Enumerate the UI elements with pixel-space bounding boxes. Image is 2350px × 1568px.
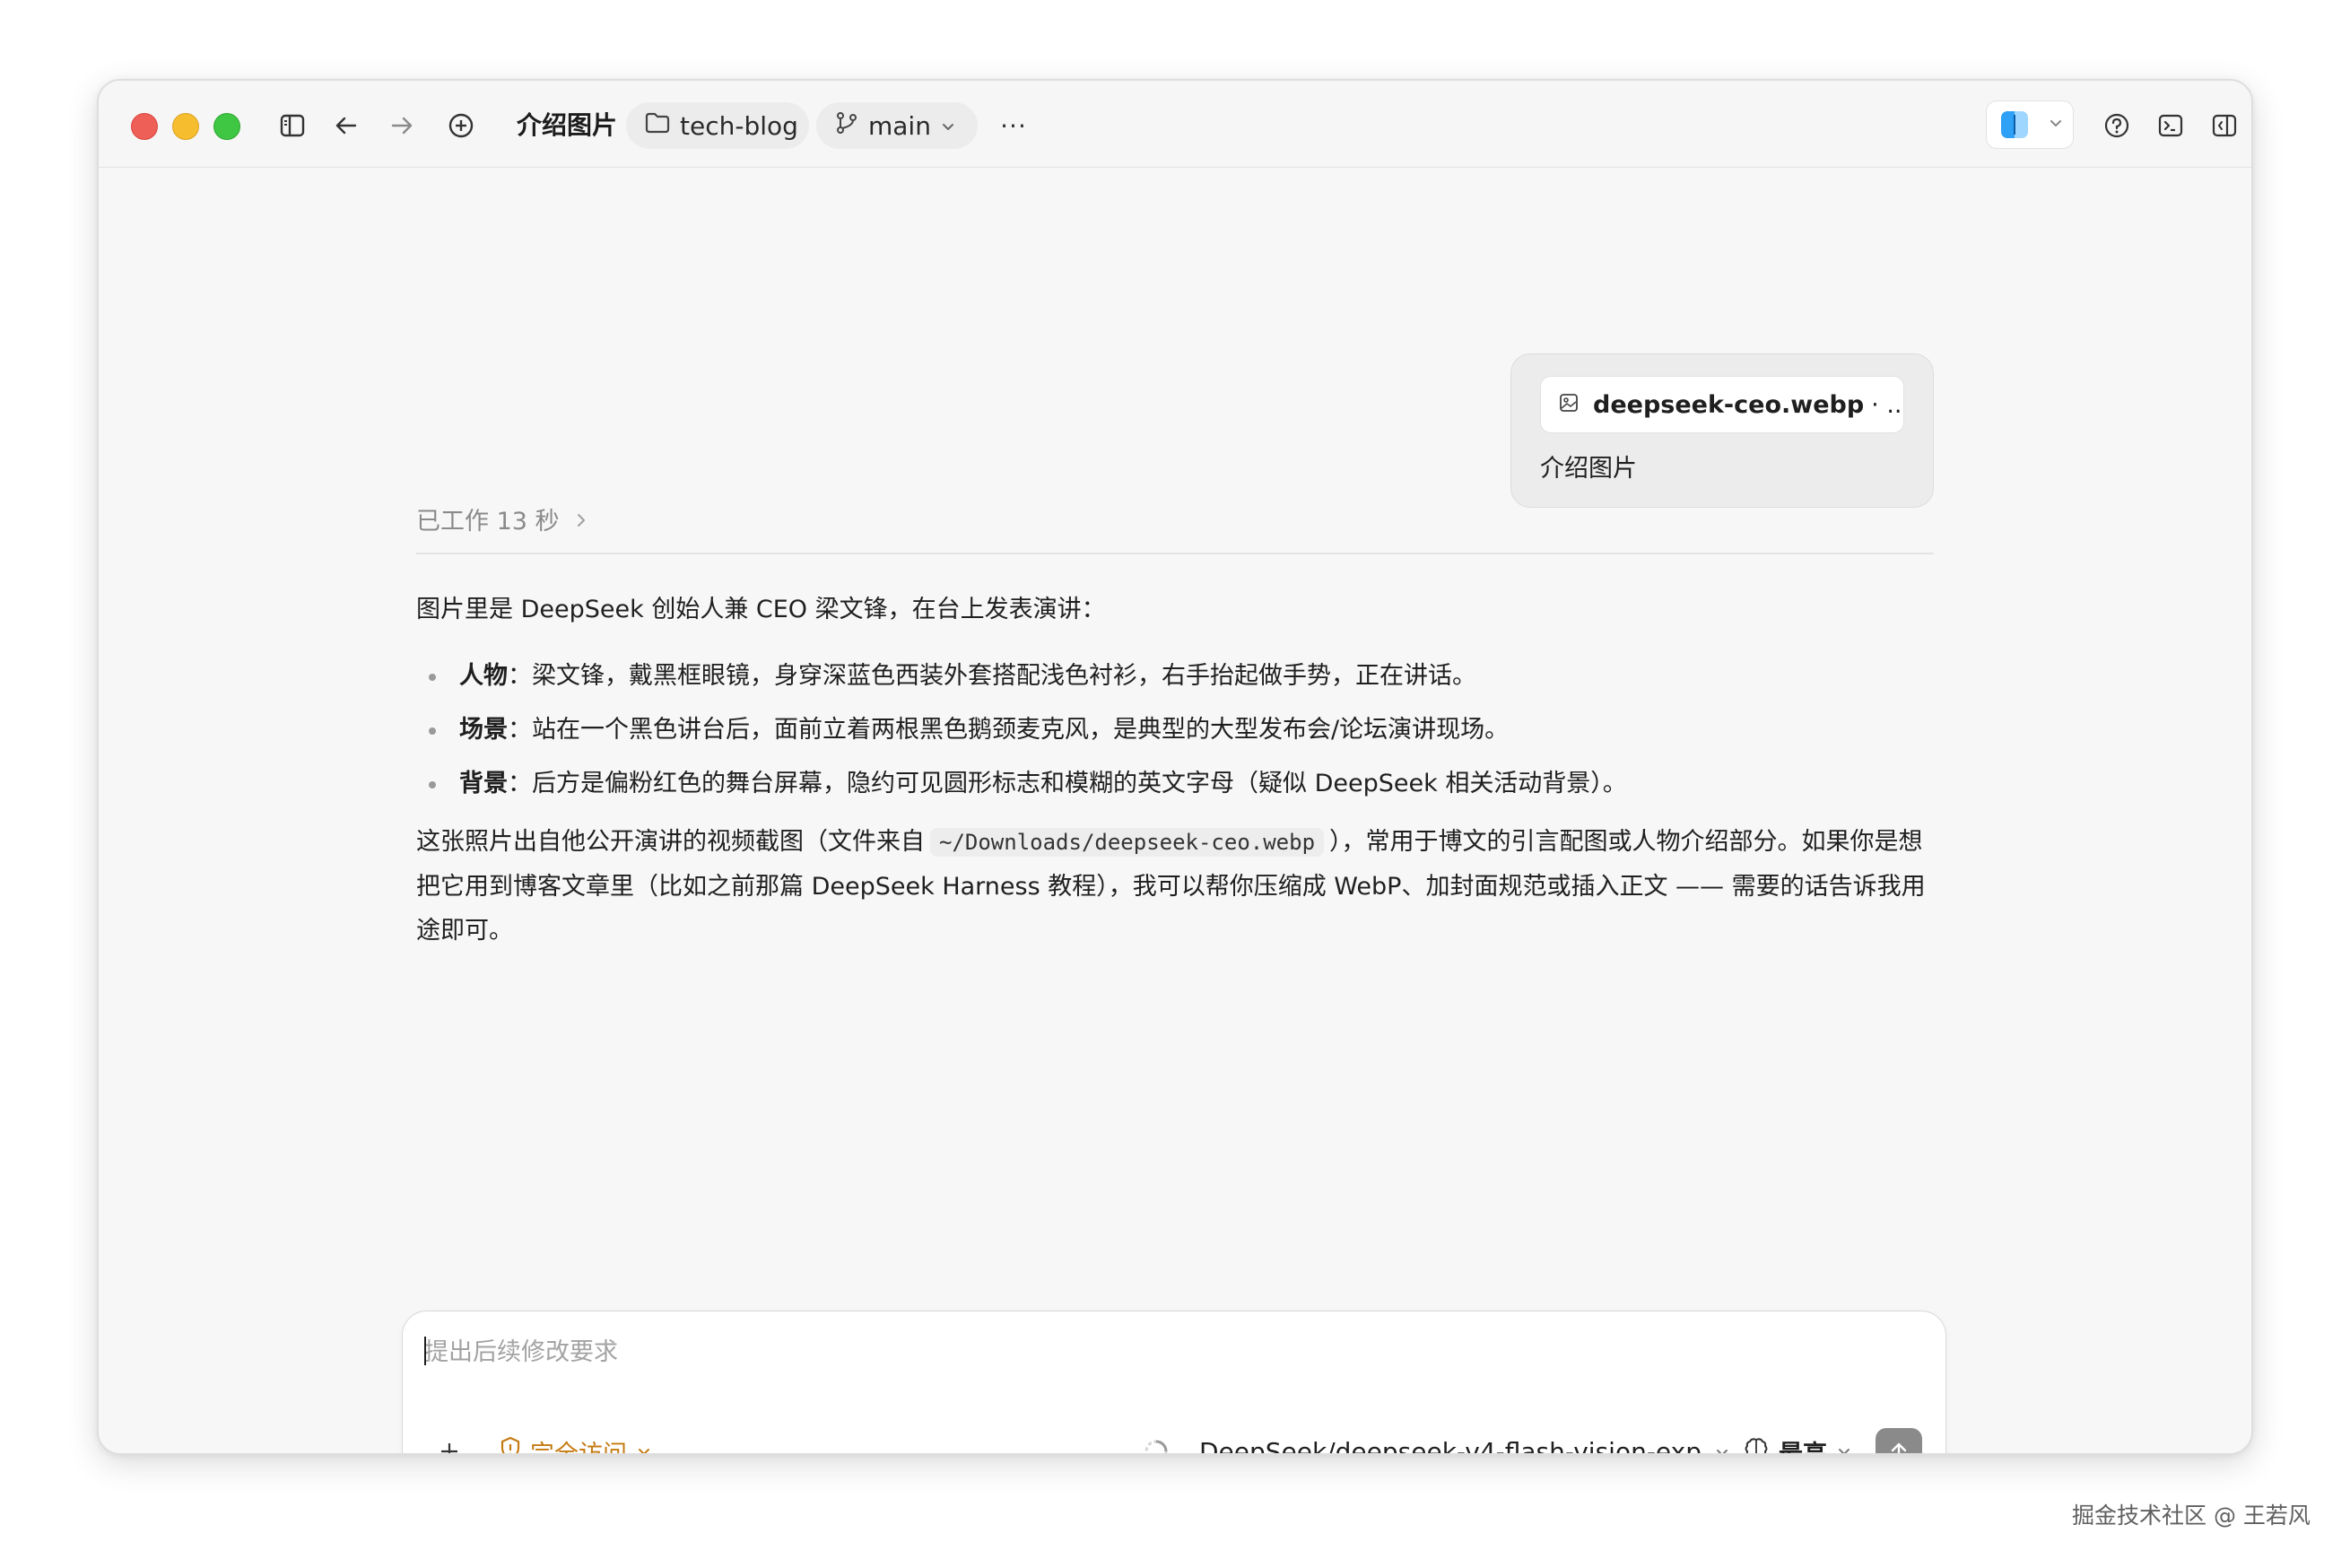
chevron-right-icon xyxy=(574,504,588,540)
text-caret xyxy=(424,1337,426,1365)
watermark: 掘金技术社区 @ 王若风 xyxy=(2072,1503,2311,1529)
closing-text-start: 这张照片出自他公开演讲的视频截图（文件来自 xyxy=(416,828,925,856)
minimize-window-button[interactable] xyxy=(172,113,199,140)
list-item: 背景：后方是偏粉红色的舞台屏幕，隐约可见圆形标志和模糊的英文字母（疑似 Deep… xyxy=(416,757,1941,811)
bullet-text: ：站在一个黑色讲台后，面前立着两根黑色鹅颈麦克风，是典型的大型发布会/论坛演讲现… xyxy=(508,716,1510,744)
branch-selector[interactable]: main xyxy=(816,102,978,149)
user-message-bubble: deepseek-ceo.webp · ... 介绍图片 xyxy=(1510,353,1934,508)
access-mode-label: 完全访问 xyxy=(530,1440,627,1455)
back-arrow-icon[interactable] xyxy=(328,108,364,144)
git-branch-icon xyxy=(834,110,859,142)
folder-selector[interactable]: tech-blog xyxy=(626,102,809,149)
open-in-finder-button[interactable] xyxy=(1986,100,2074,149)
arrow-up-icon xyxy=(1891,1442,1907,1453)
zoom-window-button[interactable] xyxy=(213,113,240,140)
model-name: DeepSeek/deepseek-v4-flash-vision-exp xyxy=(1199,1436,1702,1455)
bullet-label: 背景 xyxy=(459,770,508,797)
chevron-down-icon xyxy=(2048,115,2064,135)
right-panel-toggle-icon[interactable] xyxy=(2206,108,2242,144)
chevron-down-icon xyxy=(636,1438,652,1453)
access-mode-selector[interactable]: 完全访问 xyxy=(500,1432,652,1455)
close-window-button[interactable] xyxy=(131,113,158,140)
message-composer: 完全访问 DeepSeek/deepseek-v4-flash-vision-e… xyxy=(402,1311,1946,1455)
chevron-down-icon xyxy=(1836,1438,1852,1453)
help-icon[interactable] xyxy=(2099,108,2135,144)
bullet-text: ：梁文锋，戴黑框眼镜，身穿深蓝色西装外套搭配浅色衬衫，右手抬起做手势，正在讲话。 xyxy=(508,662,1476,690)
title-bar: 介绍图片 tech-blog main ··· xyxy=(99,81,2251,168)
send-button[interactable] xyxy=(1876,1428,1922,1453)
loading-spinner-icon xyxy=(1145,1440,1168,1453)
app-window: 介绍图片 tech-blog main ··· deepseek-ceo.web… xyxy=(97,79,2253,1455)
attachment-filename: deepseek-ceo.webp xyxy=(1593,390,1865,419)
project-title: 介绍图片 xyxy=(517,110,618,140)
plus-icon xyxy=(441,1443,457,1453)
finder-icon xyxy=(2001,111,2028,138)
chevron-down-icon xyxy=(1714,1437,1730,1453)
conversation-area: deepseek-ceo.webp · ... 介绍图片 已工作 13 秒 图片… xyxy=(99,169,2251,1453)
model-selector[interactable]: DeepSeek/deepseek-v4-flash-vision-exp xyxy=(1199,1432,1730,1455)
list-item: 场景：站在一个黑色讲台后，面前立着两根黑色鹅颈麦克风，是典型的大型发布会/论坛演… xyxy=(416,703,1941,757)
file-path-code: ~/Downloads/deepseek-ceo.webp xyxy=(930,828,1325,857)
reasoning-effort-label: 最高 xyxy=(1779,1440,1827,1455)
user-message-text: 介绍图片 xyxy=(1540,455,1637,483)
add-attachment-button[interactable] xyxy=(430,1432,469,1453)
folder-name: tech-blog xyxy=(680,110,798,141)
follow-up-input[interactable] xyxy=(424,1329,1913,1374)
assistant-response: 图片里是 DeepSeek 创始人兼 CEO 梁文锋，在台上发表演讲： 人物：梁… xyxy=(416,588,1941,953)
bullet-text: ：后方是偏粉红色的舞台屏幕，隐约可见圆形标志和模糊的英文字母（疑似 DeepSe… xyxy=(508,770,1627,797)
response-closing: 这张照片出自他公开演讲的视频截图（文件来自 ~/Downloads/deepsee… xyxy=(416,820,1941,953)
worked-duration-toggle[interactable]: 已工作 13 秒 xyxy=(416,504,588,540)
sidebar-toggle-icon[interactable] xyxy=(274,108,310,144)
image-attachment-chip[interactable]: deepseek-ceo.webp · ... xyxy=(1540,376,1904,433)
new-chat-icon[interactable] xyxy=(443,108,479,144)
response-intro: 图片里是 DeepSeek 创始人兼 CEO 梁文锋，在台上发表演讲： xyxy=(416,596,1106,623)
bullet-label: 人物 xyxy=(459,662,508,690)
attachment-suffix: · ... xyxy=(1871,390,1903,419)
folder-icon xyxy=(644,111,671,141)
divider xyxy=(416,553,1934,554)
list-item: 人物：梁文锋，戴黑框眼镜，身穿深蓝色西装外套搭配浅色衬衫，右手抬起做手势，正在讲… xyxy=(416,649,1941,703)
terminal-icon[interactable] xyxy=(2153,108,2189,144)
forward-arrow-icon[interactable] xyxy=(384,108,420,144)
brain-icon xyxy=(1743,1435,1770,1453)
bullet-label: 场景 xyxy=(459,716,508,744)
worked-duration-label: 已工作 13 秒 xyxy=(416,508,560,536)
more-options-button[interactable]: ··· xyxy=(990,102,1037,149)
shield-warning-icon xyxy=(500,1436,521,1453)
reasoning-effort-selector[interactable]: 最高 xyxy=(1743,1432,1852,1455)
chevron-down-icon xyxy=(940,111,956,141)
image-icon xyxy=(1559,391,1579,419)
response-bullet-list: 人物：梁文锋，戴黑框眼镜，身穿深蓝色西装外套搭配浅色衬衫，右手抬起做手势，正在讲… xyxy=(416,649,1941,811)
branch-name: main xyxy=(868,110,931,141)
